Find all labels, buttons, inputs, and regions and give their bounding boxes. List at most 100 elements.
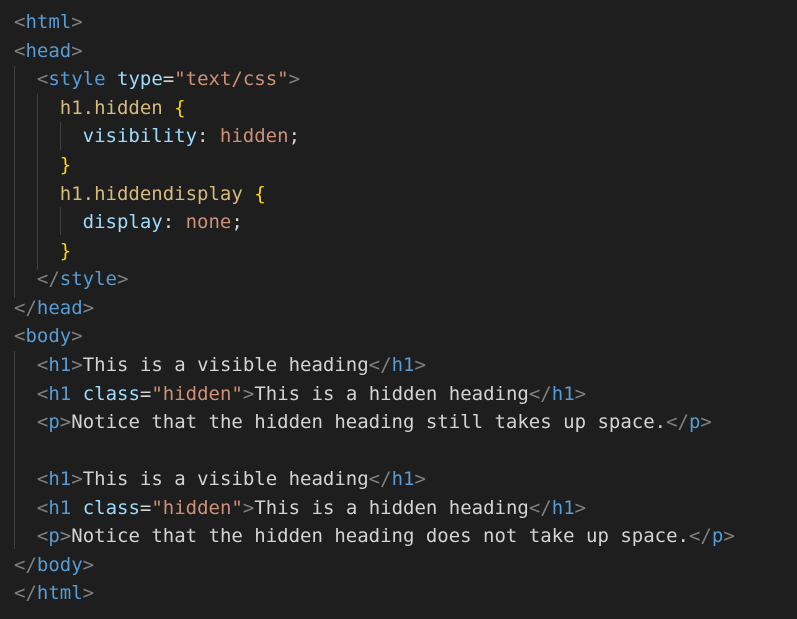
tag-bracket: </ xyxy=(666,411,689,433)
tag-bracket: > xyxy=(82,582,95,604)
code-line-4[interactable]: h1.hidden { xyxy=(14,94,186,122)
code-line-8[interactable]: display: none; xyxy=(14,208,243,236)
tag-bracket: </ xyxy=(14,297,37,319)
tag-bracket: > xyxy=(71,40,83,62)
element-text: This is a hidden heading xyxy=(254,497,529,519)
attribute-value: "hidden" xyxy=(151,497,243,519)
tag-name: body xyxy=(36,554,83,576)
tag-name: h1 xyxy=(551,383,575,405)
tag-bracket: </ xyxy=(36,268,60,290)
element-text: Notice that the hidden heading still tak… xyxy=(71,411,667,433)
tag-bracket: > xyxy=(574,497,587,519)
tag-name: p xyxy=(48,411,60,433)
tag-bracket: < xyxy=(14,11,26,33)
code-line-1[interactable]: <html> xyxy=(14,8,83,36)
code-line-11[interactable]: </head> xyxy=(14,294,94,322)
tag-name: h1 xyxy=(48,383,72,405)
css-selector: h1.hiddendisplay xyxy=(59,183,243,205)
tag-bracket: > xyxy=(116,268,129,290)
tag-bracket: </ xyxy=(14,554,37,576)
tag-bracket: > xyxy=(700,411,712,433)
close-brace: } xyxy=(59,240,72,262)
tag-bracket: < xyxy=(36,411,49,433)
code-line-6[interactable]: } xyxy=(14,151,71,179)
tag-bracket: > xyxy=(59,411,72,433)
tag-name: p xyxy=(48,525,60,547)
tag-bracket: </ xyxy=(368,354,392,376)
code-line-17[interactable]: <h1>This is a visible heading</h1> xyxy=(14,465,426,493)
code-line-15[interactable]: <p>Notice that the hidden heading still … xyxy=(14,408,712,436)
tag-bracket: > xyxy=(71,354,83,376)
tag-name: body xyxy=(25,325,72,347)
tag-bracket: < xyxy=(14,40,26,62)
close-brace: } xyxy=(59,154,72,176)
tag-bracket: </ xyxy=(368,468,392,490)
code-line-3[interactable]: <style type="text/css"> xyxy=(14,65,300,93)
css-value: hidden xyxy=(219,125,289,147)
tag-bracket: > xyxy=(71,11,83,33)
code-line-2[interactable]: <head> xyxy=(14,37,83,65)
tag-name: h1 xyxy=(48,497,72,519)
element-text: This is a hidden heading xyxy=(254,383,529,405)
tag-bracket: > xyxy=(288,68,301,90)
attribute-name: type xyxy=(117,68,163,90)
css-value: none xyxy=(185,211,232,233)
equals: = xyxy=(162,68,175,90)
tag-bracket: > xyxy=(574,383,587,405)
tag-name: head xyxy=(25,40,72,62)
equals: = xyxy=(139,497,152,519)
code-line-9[interactable]: } xyxy=(14,237,71,265)
css-selector: h1.hidden xyxy=(59,97,163,119)
code-editor[interactable]: <html> <head> <style type="text/css"> h1… xyxy=(0,0,797,619)
code-line-18[interactable]: <h1 class="hidden">This is a hidden head… xyxy=(14,494,586,522)
code-line-14[interactable]: <h1 class="hidden">This is a hidden head… xyxy=(14,380,586,408)
tag-bracket: > xyxy=(414,354,426,376)
open-brace: { xyxy=(254,183,266,205)
tag-bracket: > xyxy=(82,554,95,576)
tag-name: style xyxy=(59,268,117,290)
tag-bracket: > xyxy=(71,468,83,490)
code-line-21[interactable]: </html> xyxy=(14,579,94,607)
tag-bracket: < xyxy=(36,497,49,519)
tag-name: h1 xyxy=(551,497,575,519)
tag-bracket: > xyxy=(71,325,83,347)
semicolon: ; xyxy=(231,211,243,233)
code-line-5[interactable]: visibility: hidden; xyxy=(14,122,300,150)
code-line-19[interactable]: <p>Notice that the hidden heading does n… xyxy=(14,522,735,550)
code-line-7[interactable]: h1.hiddendisplay { xyxy=(14,180,266,208)
attribute-value: "hidden" xyxy=(151,383,243,405)
tag-bracket: </ xyxy=(528,383,552,405)
open-brace: { xyxy=(174,97,186,119)
element-text: Notice that the hidden heading does not … xyxy=(71,525,689,547)
semicolon: ; xyxy=(288,125,301,147)
tag-bracket: < xyxy=(36,68,49,90)
tag-bracket: > xyxy=(59,525,72,547)
code-line-13[interactable]: <h1>This is a visible heading</h1> xyxy=(14,351,426,379)
tag-bracket: > xyxy=(82,297,95,319)
tag-name: head xyxy=(36,297,83,319)
code-line-12[interactable]: <body> xyxy=(14,322,83,350)
tag-name: style xyxy=(48,68,106,90)
element-text: This is a visible heading xyxy=(82,468,369,490)
tag-bracket: </ xyxy=(688,525,712,547)
code-line-20[interactable]: </body> xyxy=(14,551,94,579)
tag-name: p xyxy=(688,411,701,433)
tag-bracket: < xyxy=(14,325,26,347)
code-line-10[interactable]: </style> xyxy=(14,265,129,293)
